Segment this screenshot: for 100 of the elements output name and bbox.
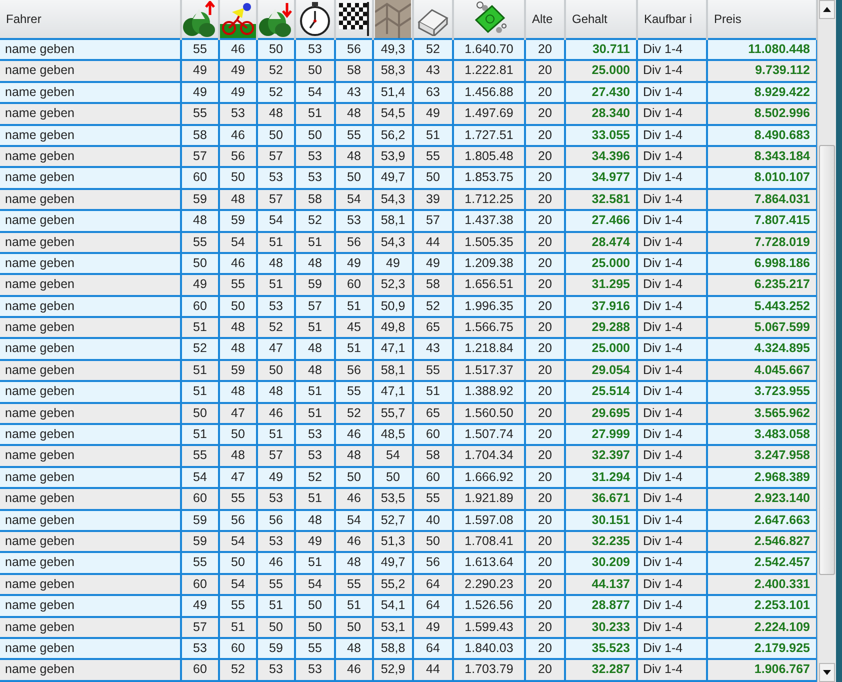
table-cell: 20 (526, 61, 564, 81)
table-cell: 30.209 (566, 553, 636, 573)
table-cell: 4.324.895 (708, 339, 816, 359)
table-cell: 48 (296, 339, 334, 359)
column-header[interactable] (258, 0, 294, 40)
table-cell: 3.565.962 (708, 404, 816, 424)
table-cell: 43 (414, 61, 452, 81)
table-cell: Div 1-4 (638, 40, 706, 60)
scroll-thumb[interactable] (819, 145, 836, 575)
stopwatch-icon (298, 1, 332, 37)
mountain-down-icon (259, 1, 293, 37)
table-cell: 25.000 (566, 254, 636, 274)
table-cell: name geben (0, 468, 180, 488)
table-cell: name geben (0, 339, 180, 359)
column-header[interactable]: Gehalt (566, 0, 636, 40)
table-cell: 50 (296, 126, 334, 145)
table-cell: 27.999 (566, 425, 636, 444)
table-cell: 40 (414, 510, 452, 530)
table-cell: 50 (220, 425, 256, 444)
table-cell: 53 (296, 446, 334, 466)
table-cell: name geben (0, 425, 180, 444)
table-cell: 59 (220, 360, 256, 380)
table-cell: Div 1-4 (638, 638, 706, 658)
table-cell: 48 (258, 254, 294, 274)
table-cell: 54 (336, 510, 372, 530)
table-cell: 50 (374, 468, 412, 488)
table-cell: 51 (296, 489, 334, 509)
table-cell: 53 (258, 489, 294, 509)
table-cell: 50 (296, 618, 334, 637)
column-header[interactable] (220, 0, 256, 40)
table-cell: 59 (258, 638, 294, 658)
table-cell: Div 1-4 (638, 339, 706, 359)
table-cell: 51 (336, 339, 372, 359)
table-cell: 44.137 (566, 574, 636, 594)
table-cell: 46 (220, 126, 256, 145)
table-cell: 32.287 (566, 660, 636, 680)
table-cell: 55 (182, 40, 218, 60)
table-cell: name geben (0, 618, 180, 637)
column-header[interactable] (336, 0, 372, 40)
table-cell: 53,5 (374, 489, 412, 509)
table-cell: 56 (336, 232, 372, 252)
table-cell: 54,5 (374, 104, 412, 124)
table-cell: 53 (296, 425, 334, 444)
column-header[interactable]: Alte (526, 0, 564, 40)
table-cell: 55 (182, 232, 218, 252)
table-cell: 8.929.422 (708, 82, 816, 102)
table-cell: 60 (336, 275, 372, 295)
table-cell: 51 (336, 296, 372, 316)
table-cell: Div 1-4 (638, 275, 706, 295)
column-header[interactable]: Preis (708, 0, 816, 40)
table-cell: 1.613.64 (454, 553, 524, 573)
table-cell: 20 (526, 168, 564, 188)
table-cell: 49,8 (374, 318, 412, 338)
table-cell: Div 1-4 (638, 660, 706, 680)
table-cell: 1.656.51 (454, 275, 524, 295)
table-cell: 44 (414, 660, 452, 680)
table-cell: 51 (258, 275, 294, 295)
table-cell: 1.456.88 (454, 82, 524, 102)
table-cell: 2.647.663 (708, 510, 816, 530)
table-cell: 1.853.75 (454, 168, 524, 188)
table-cell: name geben (0, 61, 180, 81)
table-cell: Div 1-4 (638, 146, 706, 166)
table-cell: 50 (414, 168, 452, 188)
table-cell: Div 1-4 (638, 489, 706, 509)
column-header[interactable] (454, 0, 524, 40)
table-cell: 46 (258, 553, 294, 573)
table-cell: 1.560.50 (454, 404, 524, 424)
table-cell: 53 (296, 40, 334, 60)
table-cell: 51 (336, 596, 372, 616)
table-cell: 45 (336, 318, 372, 338)
table-cell: 52 (296, 468, 334, 488)
checkered-flag-icon (337, 1, 371, 37)
table-cell: 50 (414, 532, 452, 552)
column-header[interactable]: Kaufbar i (638, 0, 706, 40)
table-cell: 56,2 (374, 126, 412, 145)
table-cell: name geben (0, 318, 180, 338)
table-cell: 20 (526, 382, 564, 402)
table-cell: 29.054 (566, 360, 636, 380)
table-cell: 59 (182, 510, 218, 530)
table-cell: 28.474 (566, 232, 636, 252)
table-cell: 57 (182, 618, 218, 637)
table-cell: 60 (414, 468, 452, 488)
table-cell: 65 (414, 404, 452, 424)
table-cell: 54 (296, 82, 334, 102)
table-cell: 3.247.958 (708, 446, 816, 466)
scrollbar[interactable] (817, 0, 836, 682)
table-cell: 48 (220, 190, 256, 210)
table-cell: 20 (526, 211, 564, 231)
scroll-up-button[interactable] (819, 0, 836, 19)
table-cell: 54,1 (374, 596, 412, 616)
table-cell: 55 (296, 638, 334, 658)
column-header[interactable] (296, 0, 334, 40)
scroll-down-button[interactable] (819, 663, 836, 682)
table-cell: 55 (220, 275, 256, 295)
table-cell: 1.703.79 (454, 660, 524, 680)
table-cell: 53 (296, 660, 334, 680)
column-header[interactable] (182, 0, 218, 40)
table-cell: 51 (414, 382, 452, 402)
table-cell: 63 (414, 82, 452, 102)
column-header[interactable]: Fahrer (0, 0, 180, 40)
